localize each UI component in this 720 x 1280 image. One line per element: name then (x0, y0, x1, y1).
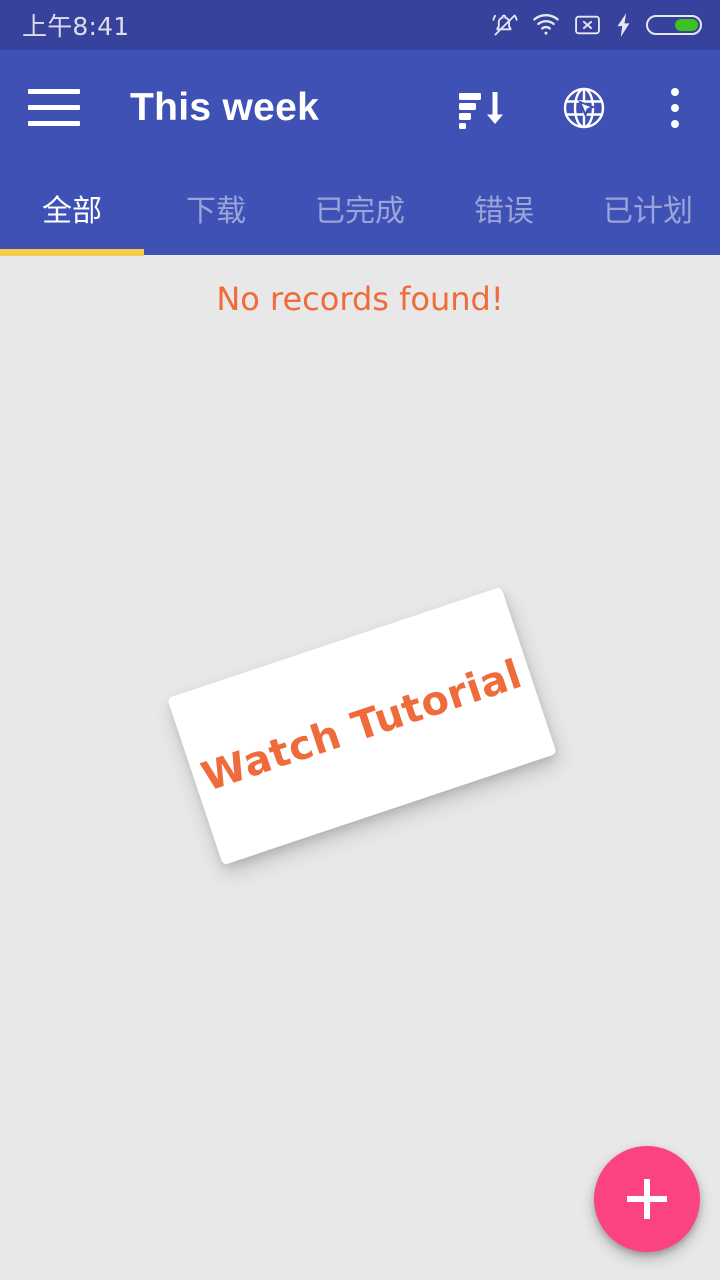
app-toolbar: This week (0, 50, 720, 165)
empty-state-message: No records found! (216, 280, 504, 318)
charging-bolt-icon (615, 12, 632, 38)
tab-scheduled[interactable]: 已计划 (576, 186, 720, 234)
page-title: This week (130, 85, 320, 129)
hamburger-bar (28, 89, 80, 94)
app-screen: 上午8:41 This week 全部 下载 已完成 错误 已计划 No rec… (0, 0, 720, 1280)
status-bar-clock: 上午8:41 (22, 12, 130, 41)
sort-descending-icon[interactable] (456, 82, 508, 134)
vibrate-off-icon (492, 12, 518, 38)
toolbar-actions (456, 82, 696, 134)
tab-downloads[interactable]: 下载 (144, 186, 288, 234)
status-bar: 上午8:41 (0, 0, 720, 50)
overflow-dot (671, 103, 679, 112)
overflow-dot (671, 119, 679, 128)
overflow-menu-icon[interactable] (660, 82, 690, 134)
tab-completed[interactable]: 已完成 (288, 186, 432, 234)
battery-icon (646, 12, 704, 38)
watch-tutorial-label: Watch Tutorial (196, 651, 528, 801)
wifi-icon (532, 12, 560, 38)
watch-tutorial-card[interactable]: Watch Tutorial (167, 586, 557, 866)
hamburger-bar (28, 121, 80, 126)
plus-icon (627, 1179, 667, 1219)
hamburger-bar (28, 105, 80, 110)
no-sim-icon (574, 13, 601, 37)
hamburger-menu-icon[interactable] (28, 79, 86, 137)
tab-errors[interactable]: 错误 (432, 186, 576, 234)
globe-browser-icon[interactable] (558, 82, 610, 134)
tab-active-indicator (0, 249, 144, 256)
status-bar-icons (492, 12, 704, 38)
add-button[interactable] (594, 1146, 700, 1252)
overflow-dot (671, 87, 679, 96)
tab-all[interactable]: 全部 (0, 186, 144, 234)
tab-bar: 全部 下载 已完成 错误 已计划 (0, 165, 720, 255)
content-area: No records found! Watch Tutorial (0, 256, 720, 1280)
